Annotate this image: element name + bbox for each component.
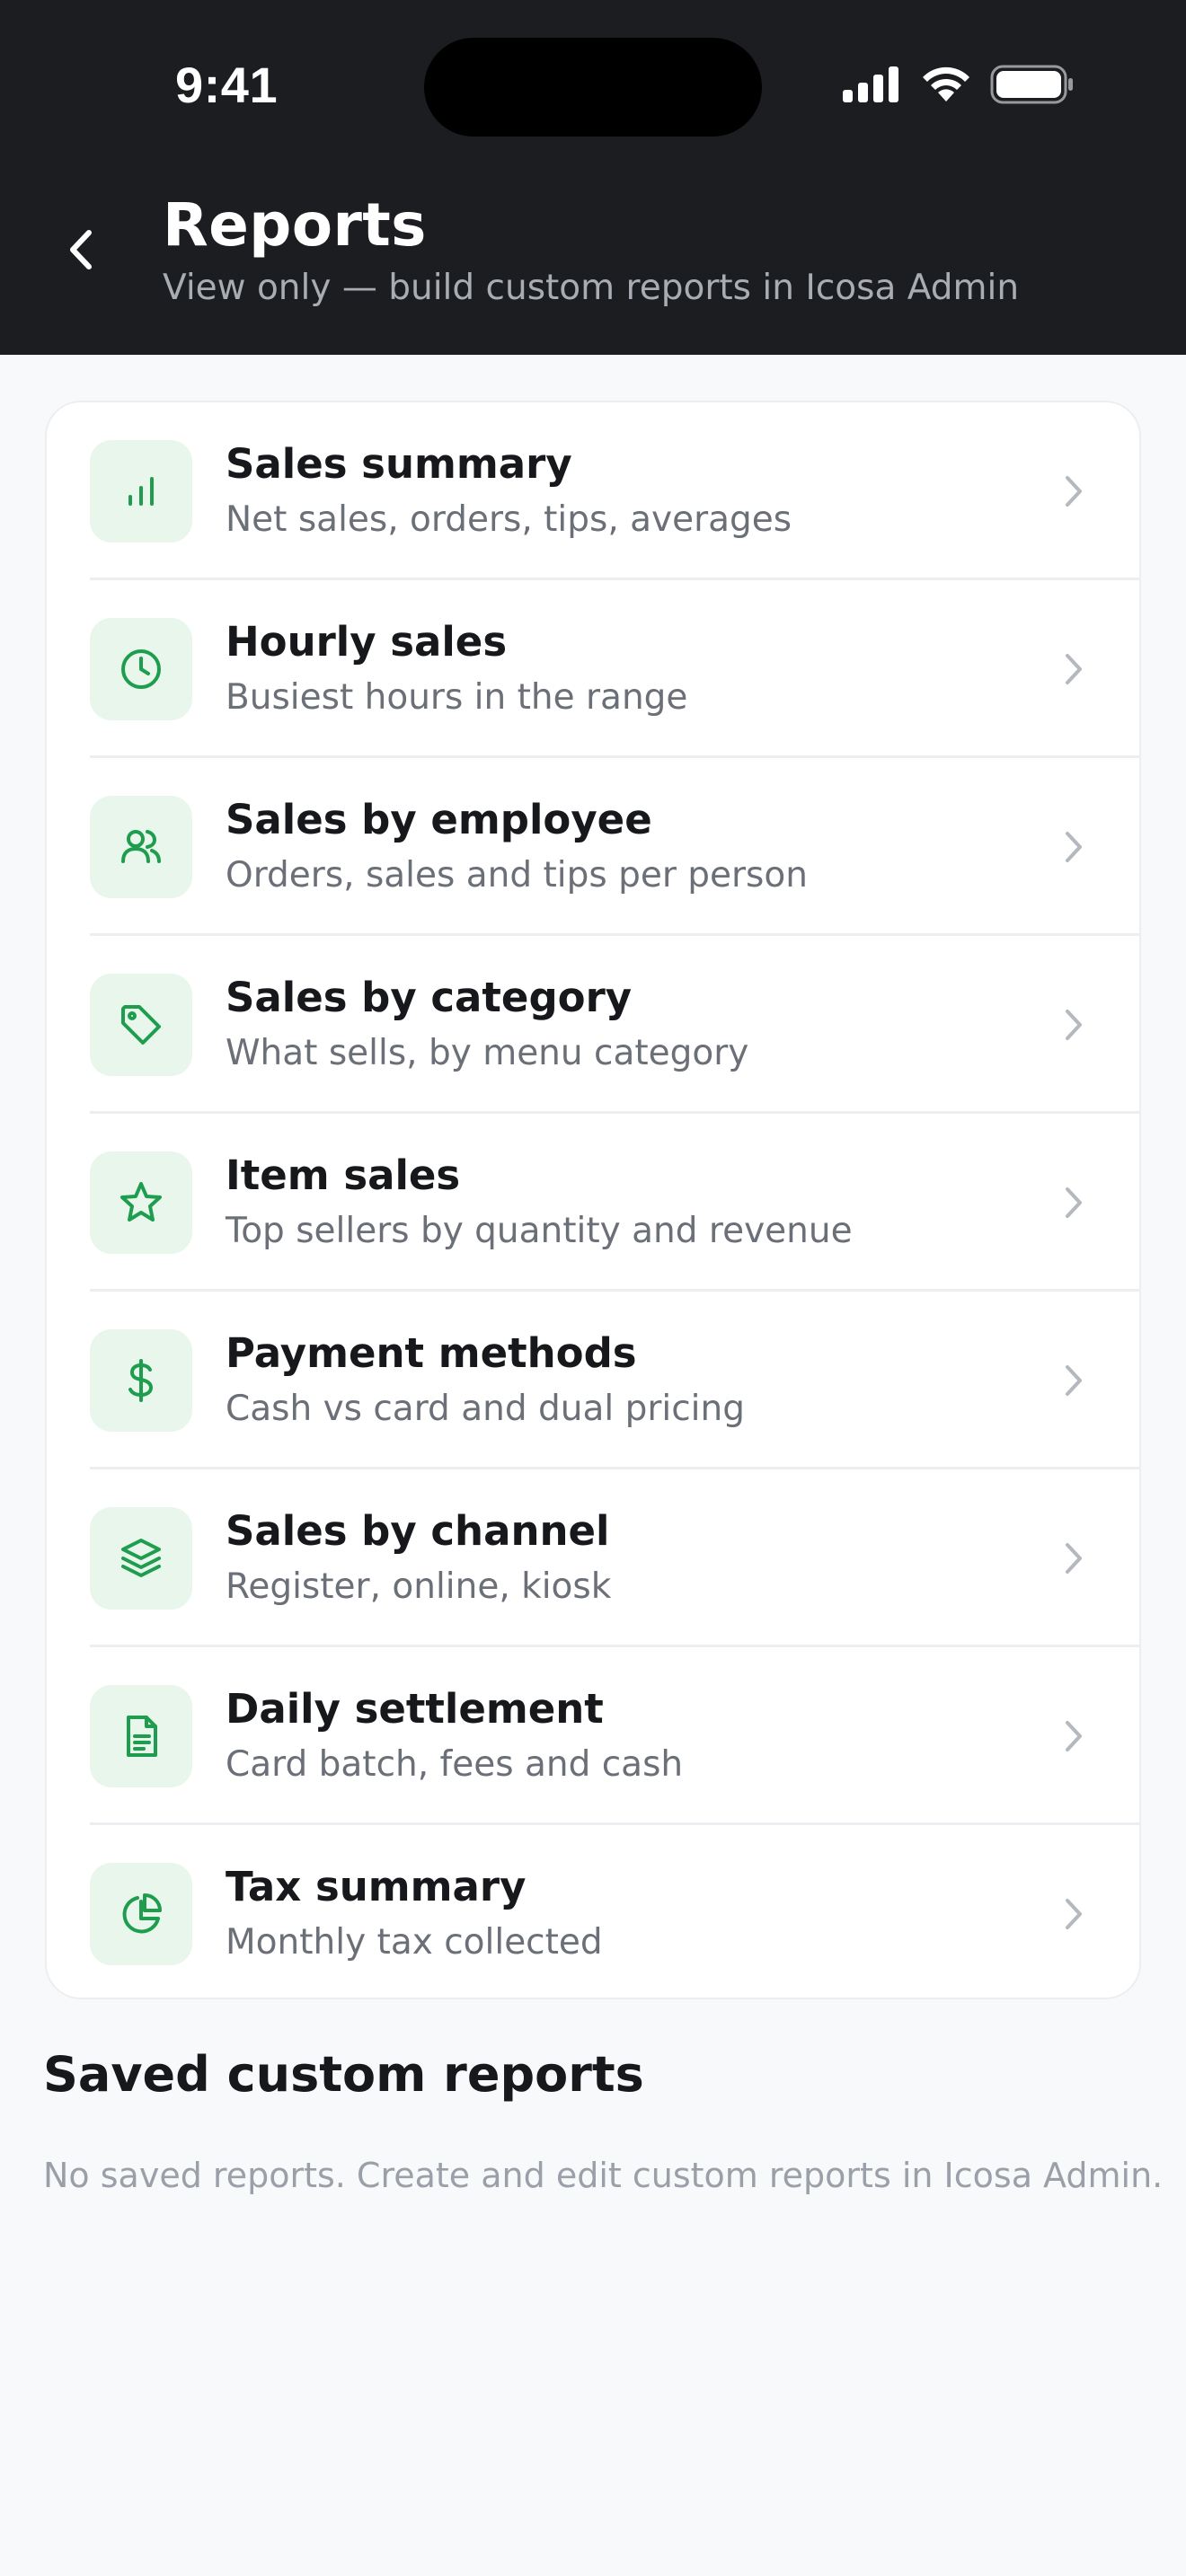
- report-title: Sales by channel: [226, 1507, 610, 1555]
- report-row-sales-by-category[interactable]: Sales by category What sells, by menu ca…: [47, 936, 1139, 1114]
- report-row-item-sales[interactable]: Item sales Top sellers by quantity and r…: [47, 1114, 1139, 1292]
- chevron-right-icon: [1060, 1182, 1087, 1223]
- reports-list-card: Sales summary Net sales, orders, tips, a…: [45, 401, 1141, 1999]
- status-time: 9:41: [175, 57, 279, 113]
- chevron-right-icon: [1060, 1538, 1087, 1579]
- saved-reports-heading: Saved custom reports: [43, 2046, 644, 2103]
- back-button[interactable]: [54, 217, 108, 282]
- report-description: Card batch, fees and cash: [226, 1744, 684, 1785]
- report-row-daily-settlement[interactable]: Daily settlement Card batch, fees and ca…: [47, 1647, 1139, 1825]
- tag-icon: [90, 974, 192, 1076]
- report-description: Cash vs card and dual pricing: [226, 1389, 745, 1429]
- report-row-tax-summary[interactable]: Tax summary Monthly tax collected: [47, 1825, 1139, 1998]
- report-row-hourly-sales[interactable]: Hourly sales Busiest hours in the range: [47, 580, 1139, 758]
- chevron-right-icon: [1060, 1360, 1087, 1401]
- chevron-right-icon: [1060, 648, 1087, 690]
- cellular-signal-icon: [843, 66, 898, 102]
- dollar-icon: [90, 1329, 192, 1432]
- chevron-right-icon: [1060, 1893, 1087, 1935]
- report-title: Hourly sales: [226, 618, 508, 666]
- report-description: Busiest hours in the range: [226, 677, 688, 718]
- report-title: Payment methods: [226, 1329, 637, 1377]
- bar-chart-icon: [90, 440, 192, 543]
- chevron-left-icon: [70, 230, 92, 269]
- report-title: Tax summary: [226, 1863, 527, 1910]
- star-icon: [90, 1151, 192, 1254]
- document-icon: [90, 1685, 192, 1787]
- battery-icon: [990, 65, 1073, 104]
- pie-chart-icon: [90, 1863, 192, 1965]
- chevron-right-icon: [1060, 826, 1087, 868]
- users-icon: [90, 796, 192, 898]
- report-description: Net sales, orders, tips, averages: [226, 499, 792, 540]
- report-description: Top sellers by quantity and revenue: [226, 1211, 853, 1251]
- page-title: Reports: [163, 190, 427, 260]
- report-title: Sales summary: [226, 440, 572, 488]
- chevron-right-icon: [1060, 471, 1087, 512]
- report-row-sales-summary[interactable]: Sales summary Net sales, orders, tips, a…: [47, 402, 1139, 580]
- report-description: Register, online, kiosk: [226, 1566, 612, 1607]
- chevron-right-icon: [1060, 1004, 1087, 1045]
- chevron-right-icon: [1060, 1716, 1087, 1757]
- report-title: Sales by category: [226, 974, 633, 1021]
- report-title: Item sales: [226, 1151, 461, 1199]
- wifi-icon: [923, 66, 969, 101]
- status-icons: [841, 65, 1075, 104]
- report-row-payment-methods[interactable]: Payment methods Cash vs card and dual pr…: [47, 1292, 1139, 1469]
- report-description: Orders, sales and tips per person: [226, 855, 808, 895]
- app-header: 9:41 Reports View only — build custom re…: [0, 0, 1186, 355]
- clock-icon: [90, 618, 192, 720]
- report-row-sales-by-employee[interactable]: Sales by employee Orders, sales and tips…: [47, 758, 1139, 936]
- report-description: What sells, by menu category: [226, 1033, 749, 1073]
- layers-icon: [90, 1507, 192, 1610]
- dynamic-island: [424, 38, 762, 137]
- page-subtitle: View only — build custom reports in Icos…: [163, 268, 1020, 308]
- report-title: Sales by employee: [226, 796, 652, 843]
- report-row-sales-by-channel[interactable]: Sales by channel Register, online, kiosk: [47, 1469, 1139, 1647]
- report-title: Daily settlement: [226, 1685, 604, 1733]
- report-description: Monthly tax collected: [226, 1922, 603, 1963]
- saved-reports-empty-message: No saved reports. Create and edit custom…: [43, 2156, 1164, 2195]
